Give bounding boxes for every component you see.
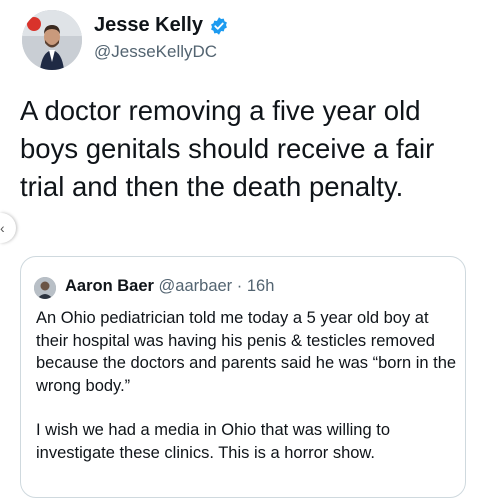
quoted-paragraph-2: I wish we had a media in Ohio that was w…: [36, 421, 391, 462]
author-handle[interactable]: @JesseKellyDC: [94, 42, 217, 62]
quoted-timestamp[interactable]: 16h: [247, 277, 275, 295]
quoted-avatar-image: [34, 277, 56, 299]
verified-badge-icon: [211, 16, 227, 35]
avatar-image: [22, 10, 82, 70]
quoted-author-handle[interactable]: @aarbaer: [159, 277, 233, 295]
quoted-separator: ·: [232, 277, 247, 295]
author-avatar[interactable]: [22, 10, 82, 70]
quoted-paragraph-1: An Ohio pediatrician told me today a 5 y…: [36, 309, 457, 395]
quoted-header: Aaron Baer @aarbaer · 16h: [65, 277, 274, 296]
author-name[interactable]: Jesse Kelly: [94, 14, 229, 37]
tweet-card: Jesse Kelly @JesseKellyDC A doctor remov…: [0, 0, 479, 498]
tweet-text: A doctor removing a five year old boys g…: [20, 95, 435, 202]
quoted-text: An Ohio pediatrician told me today a 5 y…: [36, 307, 461, 486]
quoted-tweet[interactable]: Aaron Baer @aarbaer · 16h An Ohio pediat…: [20, 256, 466, 498]
author-name-text: Jesse Kelly: [94, 14, 203, 36]
chevron-left-icon[interactable]: ‹: [0, 213, 16, 243]
quoted-author-avatar[interactable]: [34, 277, 56, 299]
quoted-author-name[interactable]: Aaron Baer: [65, 277, 154, 295]
